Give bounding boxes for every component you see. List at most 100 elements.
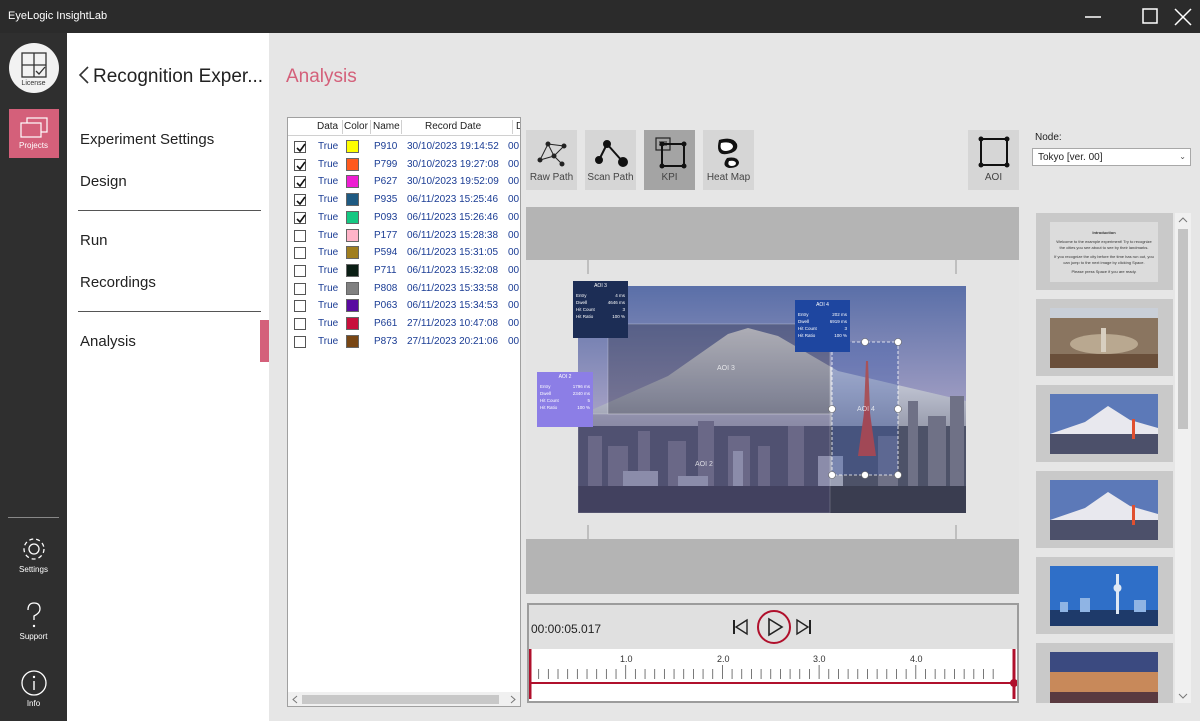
- skip-forward-button[interactable]: [796, 618, 812, 636]
- kpi-button[interactable]: KPI: [644, 130, 695, 190]
- timeline-ticks: [529, 649, 1017, 699]
- aoi-4-hit-count: 3: [844, 326, 847, 331]
- row-checkbox[interactable]: [294, 264, 306, 277]
- heat-map-button[interactable]: Heat Map: [703, 130, 754, 190]
- checkmark-icon: [296, 196, 306, 206]
- rail-support[interactable]: Support: [0, 600, 67, 641]
- row-checkbox[interactable]: [294, 335, 306, 348]
- thumbnail-scroll-thumb[interactable]: [1178, 229, 1188, 429]
- table-row[interactable]: True P594 06/11/2023 15:31:05 00:: [288, 244, 520, 262]
- aoi-4-dwell: 6919 ms: [829, 319, 847, 324]
- row-checkbox[interactable]: [294, 211, 306, 224]
- scan-path-button[interactable]: Scan Path: [585, 130, 636, 190]
- table-row[interactable]: True P808 06/11/2023 15:33:58 00:: [288, 280, 520, 298]
- row-color-swatch[interactable]: [346, 281, 359, 295]
- timeline-ruler[interactable]: 1.0 2.0 3.0 4.0: [529, 649, 1017, 701]
- row-duration: 00:: [508, 264, 521, 276]
- horizontal-scrollbar[interactable]: [288, 692, 520, 707]
- scroll-right-icon[interactable]: [508, 692, 518, 707]
- play-button[interactable]: [755, 608, 793, 646]
- checkmark-icon: [296, 178, 306, 188]
- table-row[interactable]: True P093 06/11/2023 15:26:46 00:: [288, 209, 520, 227]
- rail-info[interactable]: Info: [0, 669, 67, 708]
- minimize-button[interactable]: [1075, 0, 1115, 33]
- aoi-3-kpi-card[interactable]: AOI 3 Entry 4 ms Dwell 4646 ms Hit Count 3 …: [573, 281, 628, 338]
- row-color-swatch[interactable]: [346, 317, 359, 330]
- close-button[interactable]: [1160, 0, 1200, 33]
- aoi-2-kpi-card[interactable]: AOI 2 Entry 1796 ms Dwell 2340 ms Hit Coun…: [537, 372, 593, 427]
- table-row[interactable]: True P873 27/11/2023 20:21:06 00:: [288, 333, 521, 351]
- page-title: Analysis: [286, 66, 357, 87]
- horizontal-scroll-thumb[interactable]: [302, 695, 499, 704]
- row-checkbox[interactable]: [294, 141, 306, 153]
- row-color-swatch[interactable]: [346, 228, 359, 242]
- intro-line: Please press Space if you are ready.: [1071, 269, 1137, 274]
- thumbnail-image: [1050, 480, 1158, 540]
- row-color-swatch[interactable]: [346, 246, 359, 260]
- thumbnail-slide[interactable]: [1036, 471, 1173, 548]
- row-color-swatch[interactable]: [346, 193, 359, 207]
- nav-item-design[interactable]: Design: [80, 173, 127, 190]
- skip-back-button[interactable]: [732, 618, 748, 636]
- row-color-swatch[interactable]: [346, 334, 359, 348]
- thumbnail-scrollbar[interactable]: [1175, 213, 1191, 703]
- table-row[interactable]: True P910 30/10/2023 19:14:52 00:: [288, 138, 520, 156]
- table-row[interactable]: True P627 30/10/2023 19:52:09 00:: [288, 173, 520, 191]
- row-color-swatch[interactable]: [346, 140, 359, 153]
- nav-item-analysis[interactable]: Analysis: [80, 333, 136, 350]
- row-checkbox[interactable]: [294, 282, 306, 295]
- column-header-name[interactable]: Name: [373, 121, 400, 132]
- thumbnail-slide[interactable]: [1036, 299, 1173, 376]
- row-color-swatch[interactable]: [346, 157, 359, 171]
- row-duration: 00:: [508, 335, 521, 347]
- table-row[interactable]: True P711 06/11/2023 15:32:08 00:: [288, 262, 521, 280]
- row-color-swatch[interactable]: [346, 263, 359, 277]
- raw-path-button[interactable]: Raw Path: [526, 130, 577, 190]
- row-color-swatch[interactable]: [346, 299, 359, 313]
- column-header-duration[interactable]: D: [516, 121, 520, 132]
- row-color-swatch[interactable]: [346, 210, 359, 224]
- thumbnail-slide[interactable]: [1036, 557, 1173, 634]
- row-checkbox[interactable]: [294, 247, 306, 260]
- scroll-down-icon[interactable]: [1175, 689, 1191, 703]
- column-header-data[interactable]: Data: [317, 121, 338, 132]
- row-checkbox[interactable]: [294, 300, 306, 313]
- row-name: P935: [374, 194, 398, 206]
- column-header-color[interactable]: Color: [344, 121, 368, 132]
- row-checkbox[interactable]: [294, 194, 306, 207]
- rail-settings[interactable]: Settings: [0, 535, 67, 574]
- rail-license[interactable]: License: [0, 42, 67, 94]
- table-row[interactable]: True P799 30/10/2023 19:27:08 00:: [288, 156, 520, 174]
- rail-projects[interactable]: Projects: [0, 109, 67, 158]
- row-color-swatch[interactable]: [346, 175, 359, 189]
- nav-item-recordings[interactable]: Recordings: [80, 274, 156, 291]
- scroll-left-icon[interactable]: [290, 692, 300, 707]
- column-header-record-date[interactable]: Record Date: [425, 121, 481, 132]
- aoi-button[interactable]: AOI: [968, 130, 1019, 190]
- table-row[interactable]: True P935 06/11/2023 15:25:46 00:: [288, 191, 520, 209]
- row-checkbox[interactable]: [294, 318, 306, 330]
- row-checkbox[interactable]: [294, 229, 306, 242]
- row-data: True: [318, 176, 339, 188]
- row-record-date: 06/11/2023 15:28:38: [407, 229, 499, 241]
- slide-thumbnails: Introduction Welcome to the example expe…: [1036, 213, 1173, 703]
- node-select[interactable]: Tokyo [ver. 00] ⌄: [1032, 148, 1191, 166]
- title-bar: EyeLogic InsightLab: [0, 0, 1200, 33]
- thumbnail-slide[interactable]: [1036, 385, 1173, 462]
- back-button[interactable]: [77, 65, 91, 89]
- row-name: P093: [374, 211, 398, 223]
- thumbnail-intro[interactable]: Introduction Welcome to the example expe…: [1036, 213, 1173, 290]
- rail-projects-label: Projects: [19, 141, 48, 150]
- row-checkbox[interactable]: [294, 176, 306, 189]
- aoi-4-kpi-card[interactable]: AOI 4 Entry 202 ms Dwell 6919 ms Hit Count…: [795, 300, 850, 352]
- row-checkbox[interactable]: [294, 158, 306, 171]
- nav-item-experiment-settings[interactable]: Experiment Settings: [80, 131, 214, 148]
- table-row[interactable]: True P177 06/11/2023 15:28:38 00:: [288, 227, 520, 245]
- table-row[interactable]: True P063 06/11/2023 15:34:53 00:: [288, 297, 520, 315]
- thumbnail-slide[interactable]: [1036, 643, 1173, 703]
- aoi-3-entry: 4 ms: [615, 293, 625, 298]
- row-data: True: [318, 141, 339, 152]
- table-row[interactable]: True P661 27/11/2023 10:47:08 00:: [288, 315, 520, 333]
- nav-item-run[interactable]: Run: [80, 232, 108, 249]
- scroll-up-icon[interactable]: [1175, 213, 1191, 227]
